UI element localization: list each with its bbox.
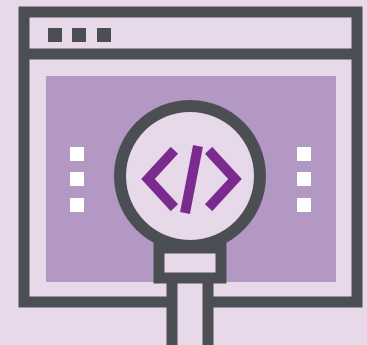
window-control-dot-2: [72, 28, 86, 42]
left-dot-1: [70, 147, 84, 161]
right-dot-2: [297, 172, 311, 186]
code-inspection-illustration: [0, 0, 367, 345]
right-dot-3: [297, 198, 311, 212]
window-control-dot-1: [48, 28, 62, 42]
right-dot-1: [297, 147, 311, 161]
magnifier-handle-shaft: [166, 272, 214, 345]
window-control-dot-3: [97, 28, 111, 42]
left-dot-2: [70, 172, 84, 186]
left-dot-3: [70, 198, 84, 212]
code-inspection-icon: [0, 0, 367, 345]
